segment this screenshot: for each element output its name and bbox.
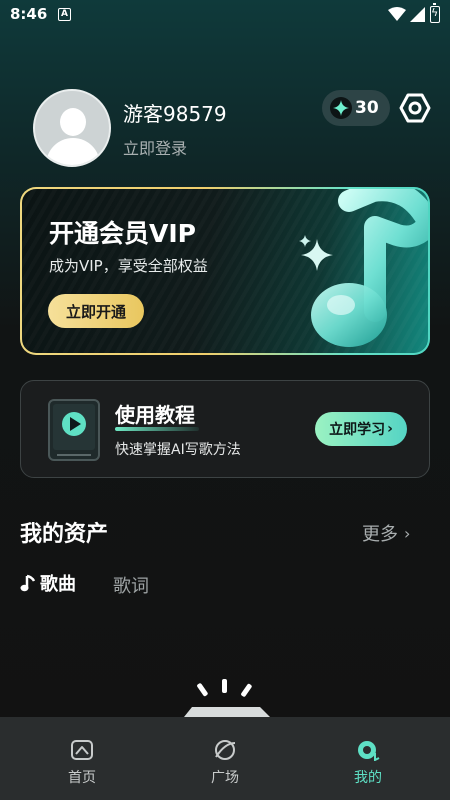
- notification-icon: A: [58, 8, 71, 21]
- sparkle-points-icon: [330, 97, 352, 119]
- nav-item-plaza[interactable]: 广场: [185, 717, 265, 800]
- vip-title: 开通会员VIP: [49, 219, 196, 248]
- nav-label-plaza: 广场: [211, 770, 239, 786]
- tab-songs[interactable]: 歌曲: [20, 570, 76, 596]
- chevron-right-icon: ›: [387, 421, 393, 437]
- settings-icon[interactable]: [399, 92, 431, 124]
- tab-lyrics[interactable]: 歌词: [113, 572, 149, 598]
- login-link[interactable]: 立即登录: [123, 135, 187, 159]
- nav-label-mine: 我的: [354, 770, 382, 786]
- home-icon: [71, 740, 93, 760]
- wifi-icon: [388, 7, 406, 21]
- tutorial-card[interactable]: 使用教程 快速掌握AI写歌方法 立即学习 ›: [20, 380, 430, 478]
- chevron-right-icon: ›: [404, 523, 411, 543]
- username: 游客98579: [123, 102, 227, 126]
- bottom-nav: 首页 广场 我的: [0, 717, 450, 800]
- battery-icon: [430, 3, 440, 23]
- my-music-icon: [358, 741, 380, 761]
- music-note-icon: [20, 574, 36, 592]
- plaza-icon: [215, 740, 236, 760]
- nav-label-home: 首页: [68, 770, 96, 786]
- music-note-icon: [311, 189, 428, 347]
- tab-songs-label: 歌曲: [40, 574, 76, 595]
- video-tutorial-icon: [48, 399, 100, 461]
- avatar[interactable]: [33, 89, 111, 167]
- points-badge[interactable]: 30: [322, 90, 390, 126]
- assets-more-link[interactable]: 更多 ›: [362, 520, 410, 546]
- nav-item-home[interactable]: 首页: [42, 717, 122, 800]
- status-bar: 8:46 A: [0, 0, 450, 30]
- assets-more-label: 更多: [362, 524, 398, 545]
- points-value: 30: [355, 98, 379, 118]
- vip-activate-button[interactable]: 立即开通: [48, 294, 144, 328]
- learn-now-button[interactable]: 立即学习 ›: [315, 412, 407, 446]
- assets-section-title: 我的资产: [20, 522, 109, 547]
- tutorial-title-underline: [115, 427, 199, 431]
- avatar-body-shape: [46, 138, 100, 165]
- learn-now-label: 立即学习: [329, 422, 386, 438]
- signal-icon: [410, 7, 425, 22]
- vip-subtitle: 成为VIP，享受全部权益: [49, 257, 208, 275]
- tutorial-subtitle: 快速掌握AI写歌方法: [115, 442, 241, 458]
- vip-card[interactable]: 开通会员VIP 成为VIP，享受全部权益 立即开通: [20, 187, 430, 355]
- tutorial-title: 使用教程: [115, 403, 195, 427]
- status-time: 8:46: [10, 5, 48, 23]
- nav-item-mine[interactable]: 我的: [328, 717, 408, 800]
- avatar-head-shape: [60, 108, 86, 136]
- empty-box-illustration: [184, 679, 270, 717]
